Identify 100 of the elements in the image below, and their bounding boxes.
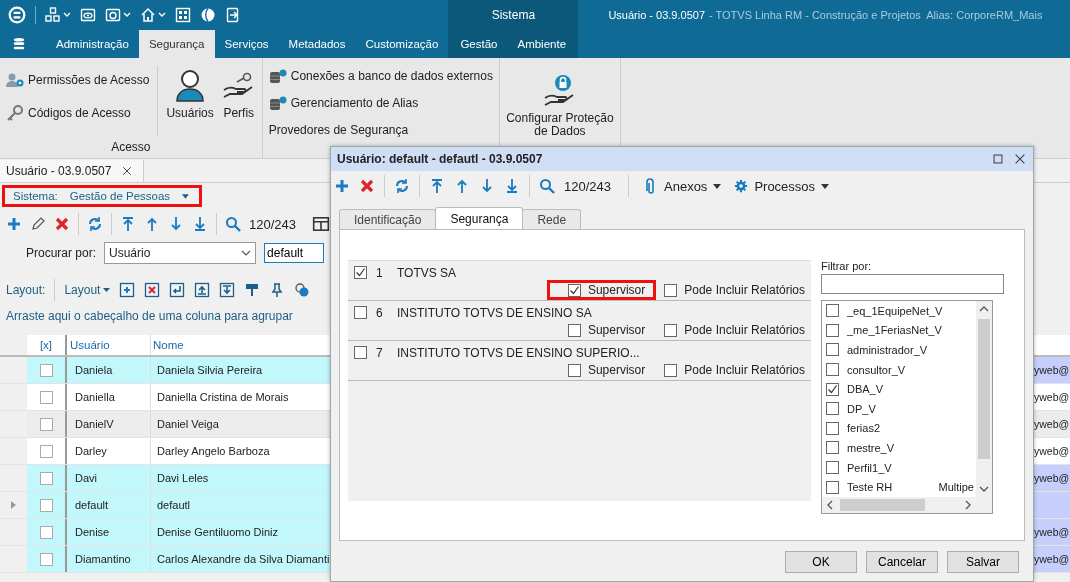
supervisor-option[interactable]: Supervisor <box>546 320 657 340</box>
layout-menu[interactable]: Layout <box>64 283 111 297</box>
field-select[interactable]: Usuário <box>104 242 257 264</box>
dialog-button[interactable]: OK <box>785 551 857 573</box>
table-row[interactable]: Daniella Daniella Cristina de Morais <box>0 384 330 411</box>
hierarchy-icon[interactable] <box>45 7 61 23</box>
checkbox[interactable] <box>826 461 839 475</box>
last-icon[interactable] <box>192 216 208 232</box>
checkbox[interactable] <box>826 304 839 318</box>
reports-option[interactable]: Pode Incluir Relatórios <box>664 283 805 297</box>
checkbox[interactable] <box>567 283 581 297</box>
exit-icon[interactable] <box>225 7 241 23</box>
down-arrow-icon[interactable] <box>168 216 184 232</box>
search-icon[interactable] <box>539 178 555 194</box>
close-icon[interactable] <box>1013 152 1027 166</box>
checkbox[interactable] <box>39 390 53 404</box>
home-icon[interactable] <box>140 7 156 23</box>
tab[interactable]: Segurança <box>435 207 524 229</box>
caret-icon[interactable] <box>713 183 722 189</box>
refresh-icon[interactable] <box>87 216 103 232</box>
column-header[interactable]: [x] <box>27 335 65 355</box>
checkbox[interactable] <box>39 363 53 377</box>
ribbon-item[interactable]: Permissões de Acesso <box>6 70 150 90</box>
checkbox[interactable] <box>39 552 53 566</box>
search-icon[interactable] <box>225 216 241 232</box>
checkbox[interactable] <box>567 323 581 337</box>
checkbox[interactable] <box>567 363 581 377</box>
table-row[interactable]: Davi Davi Leles <box>0 465 330 492</box>
checkbox[interactable] <box>664 323 678 337</box>
menu-tab[interactable]: Metadados <box>278 30 356 58</box>
filter-field[interactable] <box>821 274 1004 294</box>
checkbox[interactable] <box>354 306 367 319</box>
shapes-icon[interactable] <box>294 282 311 298</box>
ribbon-button[interactable]: Usuários <box>166 66 214 120</box>
dialog-button[interactable]: Cancelar <box>866 551 938 573</box>
checkbox[interactable] <box>826 402 839 416</box>
table-row[interactable]: Darley Darley Angelo Barboza <box>0 438 330 465</box>
refresh-icon[interactable] <box>394 178 410 194</box>
menu-tab[interactable]: Customização <box>355 30 449 58</box>
checkbox[interactable] <box>826 343 839 357</box>
checkbox[interactable] <box>39 498 53 512</box>
checkbox[interactable] <box>664 283 678 297</box>
move-up-icon[interactable] <box>194 282 211 298</box>
paint-roller-icon[interactable] <box>244 282 261 298</box>
menu-tab[interactable]: Segurança <box>138 30 215 58</box>
system-dropdown[interactable]: Sistema: Gestão de Pessoas <box>2 185 202 207</box>
horizontal-scrollbar[interactable] <box>822 497 992 513</box>
table-row[interactable]: Daniela Daniela Silvia Pereira <box>0 357 330 384</box>
document-tab[interactable]: Usuário - 03.9.0507 <box>0 160 145 182</box>
logo-icon[interactable] <box>8 6 26 24</box>
columns-icon[interactable] <box>312 215 330 233</box>
ribbon-item[interactable]: Códigos de Acesso <box>6 103 150 123</box>
table-row[interactable]: default defautl <box>0 492 330 519</box>
close-icon[interactable] <box>121 165 134 177</box>
attachments-menu[interactable]: Anexos <box>638 178 722 194</box>
edit-icon[interactable] <box>30 216 46 232</box>
checkbox[interactable] <box>39 525 53 539</box>
table-row[interactable]: DanielV Daniel Veiga <box>0 411 330 438</box>
checkbox[interactable] <box>39 471 53 485</box>
ribbon-button[interactable]: Perfis <box>221 66 256 120</box>
add-icon[interactable] <box>334 178 350 194</box>
checkbox[interactable] <box>826 441 839 455</box>
search-field[interactable]: default <box>264 243 325 263</box>
supervisor-option[interactable]: Supervisor <box>546 360 657 380</box>
checkbox[interactable] <box>826 382 839 396</box>
supervisor-option[interactable]: Supervisor <box>546 280 657 300</box>
checkbox[interactable] <box>826 421 839 435</box>
down-arrow-icon[interactable] <box>479 178 495 194</box>
refresh-window-icon[interactable] <box>105 7 121 23</box>
grid-icon[interactable] <box>175 7 191 23</box>
menu-icon[interactable] <box>12 37 26 51</box>
vertical-scrollbar[interactable] <box>976 301 992 497</box>
ribbon-item[interactable]: Gerenciamento de Alias <box>268 93 493 113</box>
ribbon-item[interactable]: Provedores de Segurança <box>268 120 493 140</box>
chevron-icon[interactable] <box>241 250 252 256</box>
processes-menu[interactable]: Processos <box>730 178 830 194</box>
first-icon[interactable] <box>120 216 136 232</box>
checkbox[interactable] <box>39 417 53 431</box>
settings-icon[interactable] <box>734 179 749 193</box>
delete-icon[interactable] <box>54 216 70 232</box>
enter-icon[interactable] <box>169 282 186 298</box>
checkbox[interactable] <box>826 363 839 377</box>
reports-option[interactable]: Pode Incluir Relatórios <box>664 363 805 377</box>
globe-icon[interactable] <box>200 7 216 23</box>
table-row[interactable]: Diamantino Carlos Alexandre da Silva Diamanti <box>0 546 330 573</box>
checkbox[interactable] <box>826 480 839 494</box>
checkbox[interactable] <box>664 363 678 377</box>
reports-option[interactable]: Pode Incluir Relatórios <box>664 323 805 337</box>
maximize-icon[interactable] <box>991 152 1005 166</box>
column-header[interactable]: Usuário <box>65 335 150 355</box>
delete-row-icon[interactable] <box>144 282 161 298</box>
table-row[interactable]: Denise Denise Gentiluomo Diniz <box>0 519 330 546</box>
move-down-icon[interactable] <box>219 282 236 298</box>
caret-icon[interactable] <box>821 183 830 189</box>
tab[interactable]: Identificação <box>339 209 437 229</box>
last-icon[interactable] <box>504 178 520 194</box>
ribbon-item[interactable]: Conexões a banco de dados externos <box>268 66 493 86</box>
checkbox[interactable] <box>354 346 367 359</box>
add-row-icon[interactable] <box>119 282 136 298</box>
checkbox[interactable] <box>354 266 367 279</box>
